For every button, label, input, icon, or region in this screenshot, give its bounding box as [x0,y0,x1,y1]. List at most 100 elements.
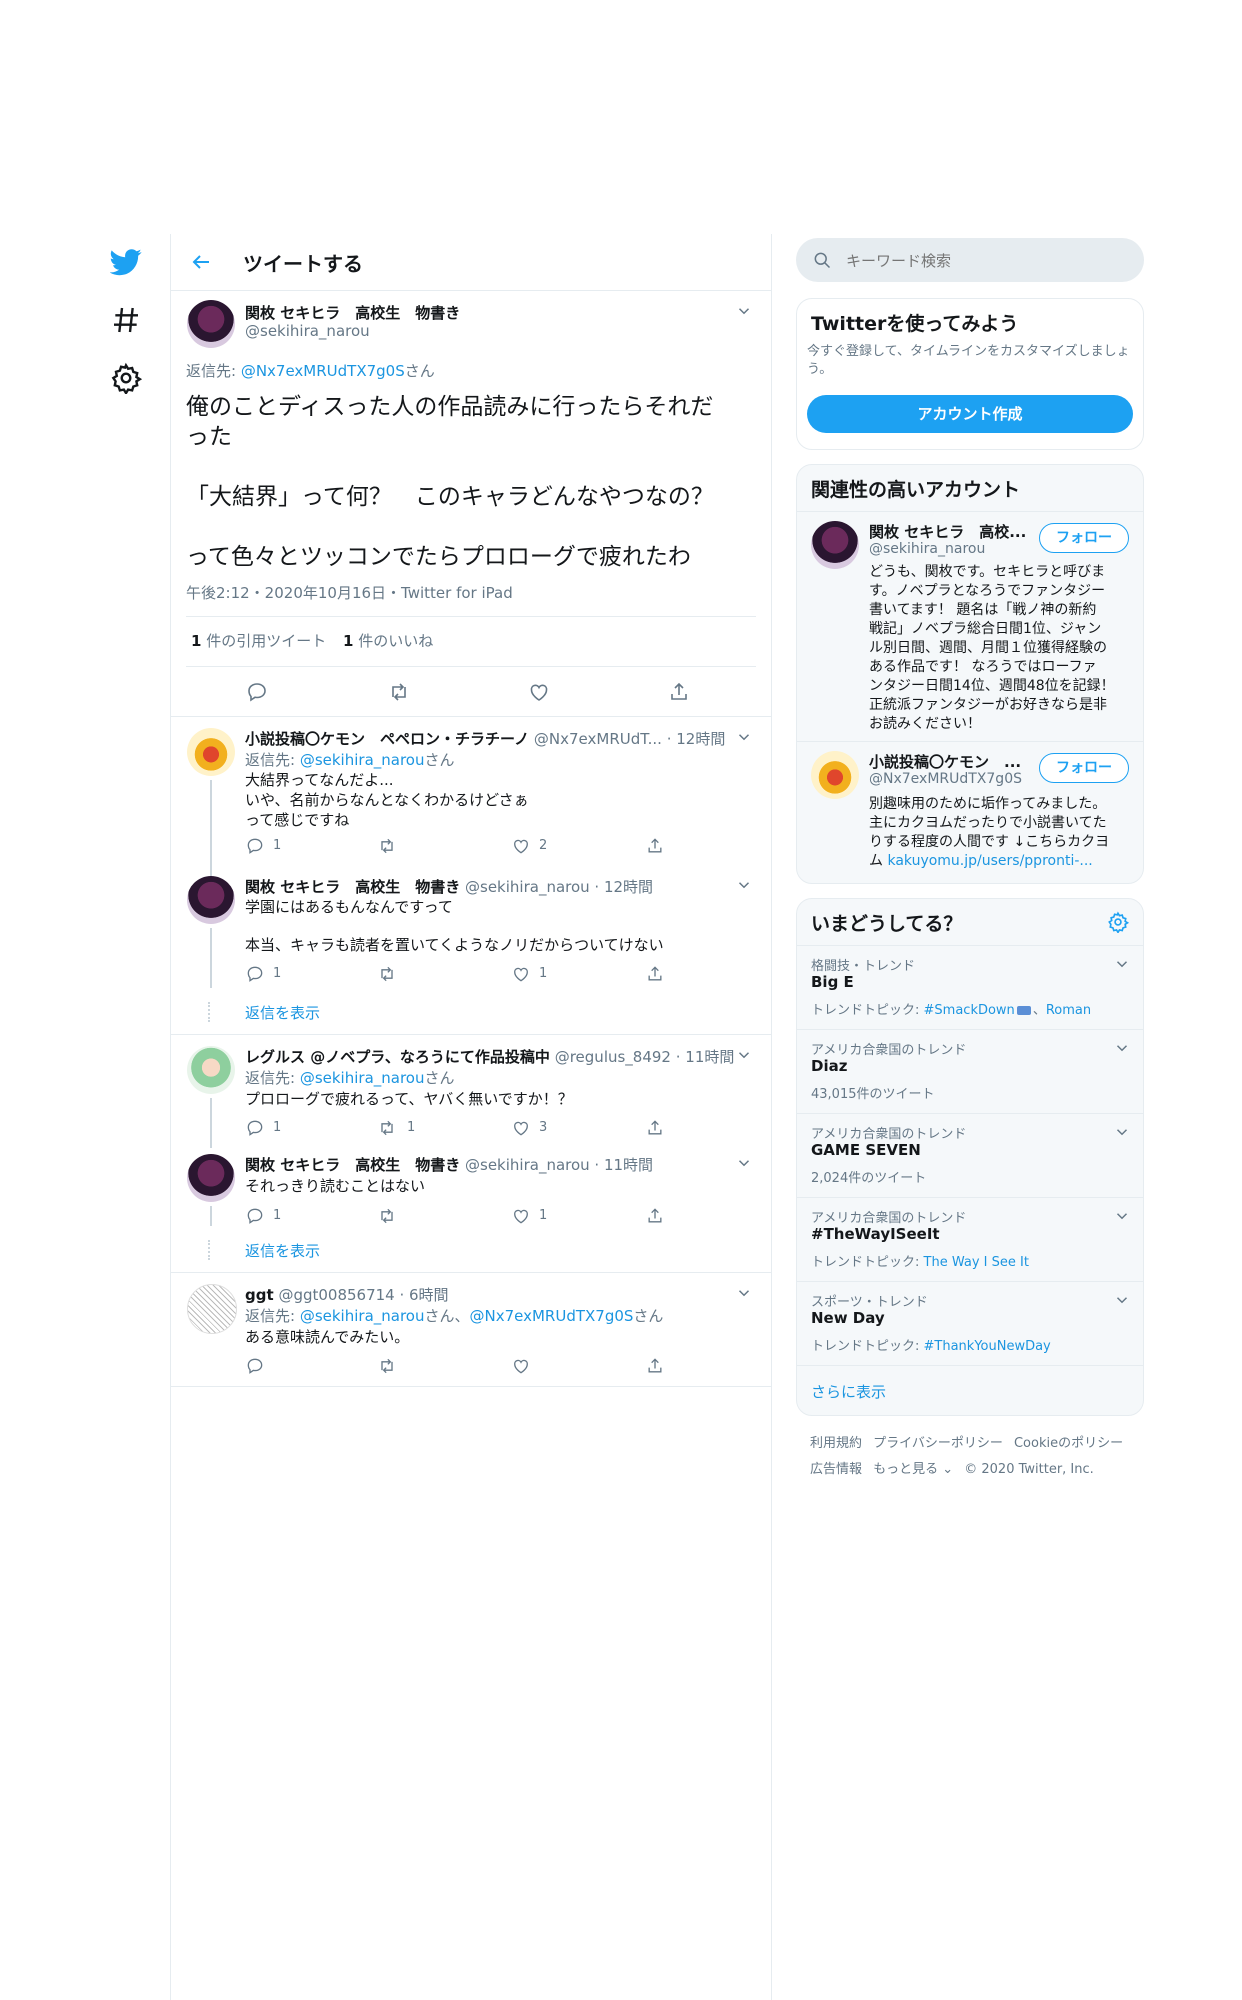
trend-meta: トレンドトピック: #ThankYouNewDay [811,1339,1051,1354]
tweet-timestamp[interactable]: 午後2:12・2020年10月16日・Twitter for iPad [186,582,513,603]
trend-category: アメリカ合衆国のトレンド [811,1043,967,1058]
footer-link-terms[interactable]: 利用規約 [810,1436,862,1451]
reply-icon[interactable] [245,836,265,856]
show-replies-link[interactable]: 返信を表示 [245,1240,320,1261]
like-icon[interactable] [511,964,531,984]
reply-icon[interactable] [245,964,265,984]
footer-link-ads[interactable]: 広告情報 [810,1462,862,1477]
author-handle[interactable]: @sekihira_narou · 11時間 [465,1156,653,1174]
avatar[interactable] [187,1046,235,1094]
avatar[interactable] [187,728,235,776]
tweet-actions: 1 1 [171,962,771,986]
account-handle[interactable]: @sekihira_narou [869,541,985,557]
chevron-down-icon[interactable] [735,302,753,320]
show-more-link[interactable]: さらに表示 [811,1381,886,1402]
chevron-down-icon[interactable] [1113,1039,1131,1057]
chevron-down-icon[interactable] [1113,1207,1131,1225]
like-icon[interactable] [511,836,531,856]
bio-link[interactable]: kakuyomu.jp/users/pprontі-... [887,853,1092,869]
account-name[interactable]: 関枚 セキヒラ 高校... [869,521,1029,542]
reply-icon[interactable] [245,680,269,704]
chevron-down-icon[interactable] [735,1154,753,1172]
trend-name: GAME SEVEN [811,1141,921,1159]
search-box[interactable] [796,238,1144,282]
trend-meta: 43,015件のツイート [811,1087,935,1102]
retweet-icon[interactable] [387,680,411,704]
retweet-icon[interactable] [377,1356,397,1376]
create-account-button[interactable]: アカウント作成 [807,395,1133,433]
author-name[interactable]: 関枚 セキヒラ 高校生 物書き [245,1156,460,1174]
avatar[interactable] [811,751,859,799]
reply-icon[interactable] [245,1206,265,1226]
reply-mention-link[interactable]: @Nx7exMRUdTX7g0S [470,1307,634,1325]
search-input[interactable] [844,248,1128,274]
twitter-logo-icon[interactable] [110,246,142,278]
page-title: ツイートする [243,252,363,276]
like-icon[interactable] [527,680,551,704]
retweet-icon[interactable] [377,836,397,856]
retweet-icon[interactable] [377,1206,397,1226]
footer-link-cookies[interactable]: Cookieのポリシー [1014,1436,1123,1451]
author-name[interactable]: 関枚 セキヒラ 高校生 物書き [245,302,460,323]
chevron-down-icon[interactable] [1113,1291,1131,1309]
trend-category: スポーツ・トレンド [811,1295,928,1310]
chevron-down-icon[interactable] [735,876,753,894]
trend-meta: トレンドトピック: #SmackDown 、Roman [811,1003,1092,1018]
reply-mention-link[interactable]: @sekihira_narou [300,751,425,769]
like-icon[interactable] [511,1356,531,1376]
avatar[interactable] [187,1154,235,1202]
back-arrow-icon[interactable] [189,250,213,274]
quote-count[interactable]: 1 件の引用ツイート [191,630,326,651]
like-icon[interactable] [511,1206,531,1226]
reply-icon[interactable] [245,1356,265,1376]
footer-link-privacy[interactable]: プライバシーポリシー [873,1436,1003,1451]
chevron-down-icon[interactable] [1113,955,1131,973]
share-icon[interactable] [667,680,691,704]
tweet-actions: 1 1 3 [171,1116,771,1140]
follow-button[interactable]: フォロー [1039,523,1129,553]
author-handle[interactable]: @sekihira_narou [245,322,370,340]
account-handle[interactable]: @Nx7exMRUdTX7g0S [869,771,1022,787]
like-count[interactable]: 1 件のいいね [343,630,433,651]
avatar[interactable] [187,876,235,924]
chevron-down-icon[interactable] [735,728,753,746]
retweet-icon[interactable] [377,964,397,984]
footer-more-button[interactable]: もっと見る [873,1462,938,1477]
hashtag-icon[interactable] [110,304,142,336]
reply-mention-link[interactable]: @sekihira_narou [300,1069,425,1087]
reply-mention-link[interactable]: @sekihira_narou [300,1307,425,1325]
author-name[interactable]: ggt [245,1286,274,1304]
reply-mention-link[interactable]: @Nx7exMRUdTX7g0S [241,362,405,380]
author-handle[interactable]: @Nx7exMRUdT... · 12時間 [534,730,725,748]
avatar[interactable] [811,521,859,569]
reply-icon[interactable] [245,1118,265,1138]
gear-icon[interactable] [110,362,142,394]
avatar[interactable] [187,1284,237,1334]
retweet-icon[interactable] [377,1118,397,1138]
author-name[interactable]: レグルス @ノベプラ、なろうにて作品投稿中 [245,1048,550,1066]
avatar[interactable] [187,300,235,348]
share-icon[interactable] [645,1118,665,1138]
share-icon[interactable] [645,836,665,856]
trend-category: 格闘技・トレンド [811,959,916,974]
main-column: ツイートする 関枚 セキヒラ 高校生 物書き @sekihira_narou 返… [170,234,772,2000]
chevron-down-icon[interactable] [735,1046,753,1064]
author-handle[interactable]: @regulus_8492 · 11時間 [555,1048,735,1066]
share-icon[interactable] [645,964,665,984]
settings-gear-icon[interactable] [1107,911,1129,933]
like-icon[interactable] [511,1118,531,1138]
follow-button[interactable]: フォロー [1039,753,1129,783]
trend-category: アメリカ合衆国のトレンド [811,1127,967,1142]
author-name[interactable]: 小説投稿〇ケモン ペペロン・チラチーノ [245,730,529,748]
account-name[interactable]: 小説投稿〇ケモン ... [869,751,1029,772]
chevron-down-icon[interactable] [735,1284,753,1302]
chevron-down-icon[interactable] [1113,1123,1131,1141]
author-handle[interactable]: @ggt00856714 · 6時間 [278,1286,448,1304]
tweet-actions [171,1354,771,1378]
share-icon[interactable] [645,1206,665,1226]
share-icon[interactable] [645,1356,665,1376]
author-name[interactable]: 関枚 セキヒラ 高校生 物書き [245,878,460,896]
reply-context: 返信先: @sekihira_narouさん [245,1069,455,1087]
author-handle[interactable]: @sekihira_narou · 12時間 [465,878,653,896]
show-replies-link[interactable]: 返信を表示 [245,1002,320,1023]
